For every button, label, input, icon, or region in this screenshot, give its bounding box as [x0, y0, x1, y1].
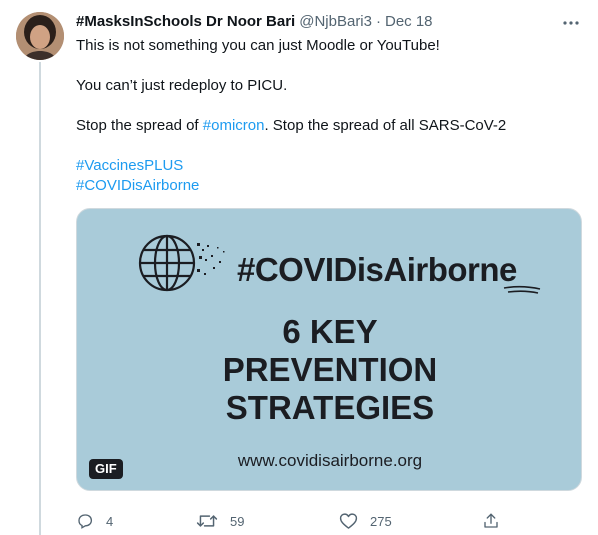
display-name[interactable]: #MasksInSchools Dr Noor Bari	[76, 12, 295, 32]
tweet[interactable]: #MasksInSchools Dr Noor Bari @NjbBari3 ·…	[0, 0, 598, 535]
hashtag-covidisairborne-link[interactable]: #COVIDisAirborne	[76, 177, 199, 194]
tweet-header: #MasksInSchools Dr Noor Bari @NjbBari3 ·…	[76, 12, 582, 32]
share-button[interactable]	[482, 512, 500, 530]
hashtag-omicron-link[interactable]: #omicron	[203, 117, 265, 134]
tweet-text: This is not something you can just Moodl…	[76, 36, 582, 196]
headline-line: STRATEGIES	[225, 389, 435, 426]
retweet-icon	[196, 515, 218, 527]
text-segment: Stop the spread of	[76, 117, 203, 134]
tweet-date[interactable]: Dec 18	[385, 12, 433, 32]
media-hashtag-text: #COVIDisAirborne	[237, 251, 517, 288]
text-segment: . Stop the spread of all SARS-CoV-2	[264, 117, 507, 134]
tweet-text-line: This is not something you can just Moodl…	[76, 37, 440, 54]
share-icon	[484, 513, 498, 528]
wind-lines-icon	[503, 285, 541, 294]
reply-count: 4	[106, 513, 114, 529]
hashtag-vaccinesplus-link[interactable]: #VaccinesPLUS	[76, 157, 183, 174]
separator-dot: ·	[376, 13, 381, 30]
like-button[interactable]: 275	[339, 512, 482, 530]
headline-line: PREVENTION	[222, 351, 438, 388]
heart-icon	[339, 513, 358, 529]
like-count: 275	[370, 513, 392, 529]
retweet-count: 59	[230, 513, 245, 529]
media-headline: 6 KEY PREVENTION STRATEGIES	[77, 313, 581, 427]
headline-line: 6 KEY	[282, 313, 378, 350]
gif-media[interactable]: #COVIDisAirborne 6 KEY PREVENTION STRATE…	[76, 208, 582, 491]
gif-badge: GIF	[89, 459, 123, 479]
thread-line	[39, 62, 41, 535]
tweet-text-line: Stop the spread of #omicron. Stop the sp…	[76, 116, 582, 136]
more-options-icon[interactable]	[562, 14, 580, 32]
user-handle[interactable]: @NjbBari3	[299, 12, 372, 32]
avatar[interactable]	[16, 12, 64, 60]
retweet-button[interactable]: 59	[196, 512, 339, 530]
media-url-text: www.covidisairborne.org	[237, 451, 423, 470]
tweet-text-line: You can’t just redeploy to PICU.	[76, 77, 288, 94]
reply-icon	[78, 514, 93, 529]
globe-icon	[138, 234, 225, 292]
tweet-actions: 4 59 275	[76, 509, 506, 533]
reply-button[interactable]: 4	[76, 512, 196, 530]
